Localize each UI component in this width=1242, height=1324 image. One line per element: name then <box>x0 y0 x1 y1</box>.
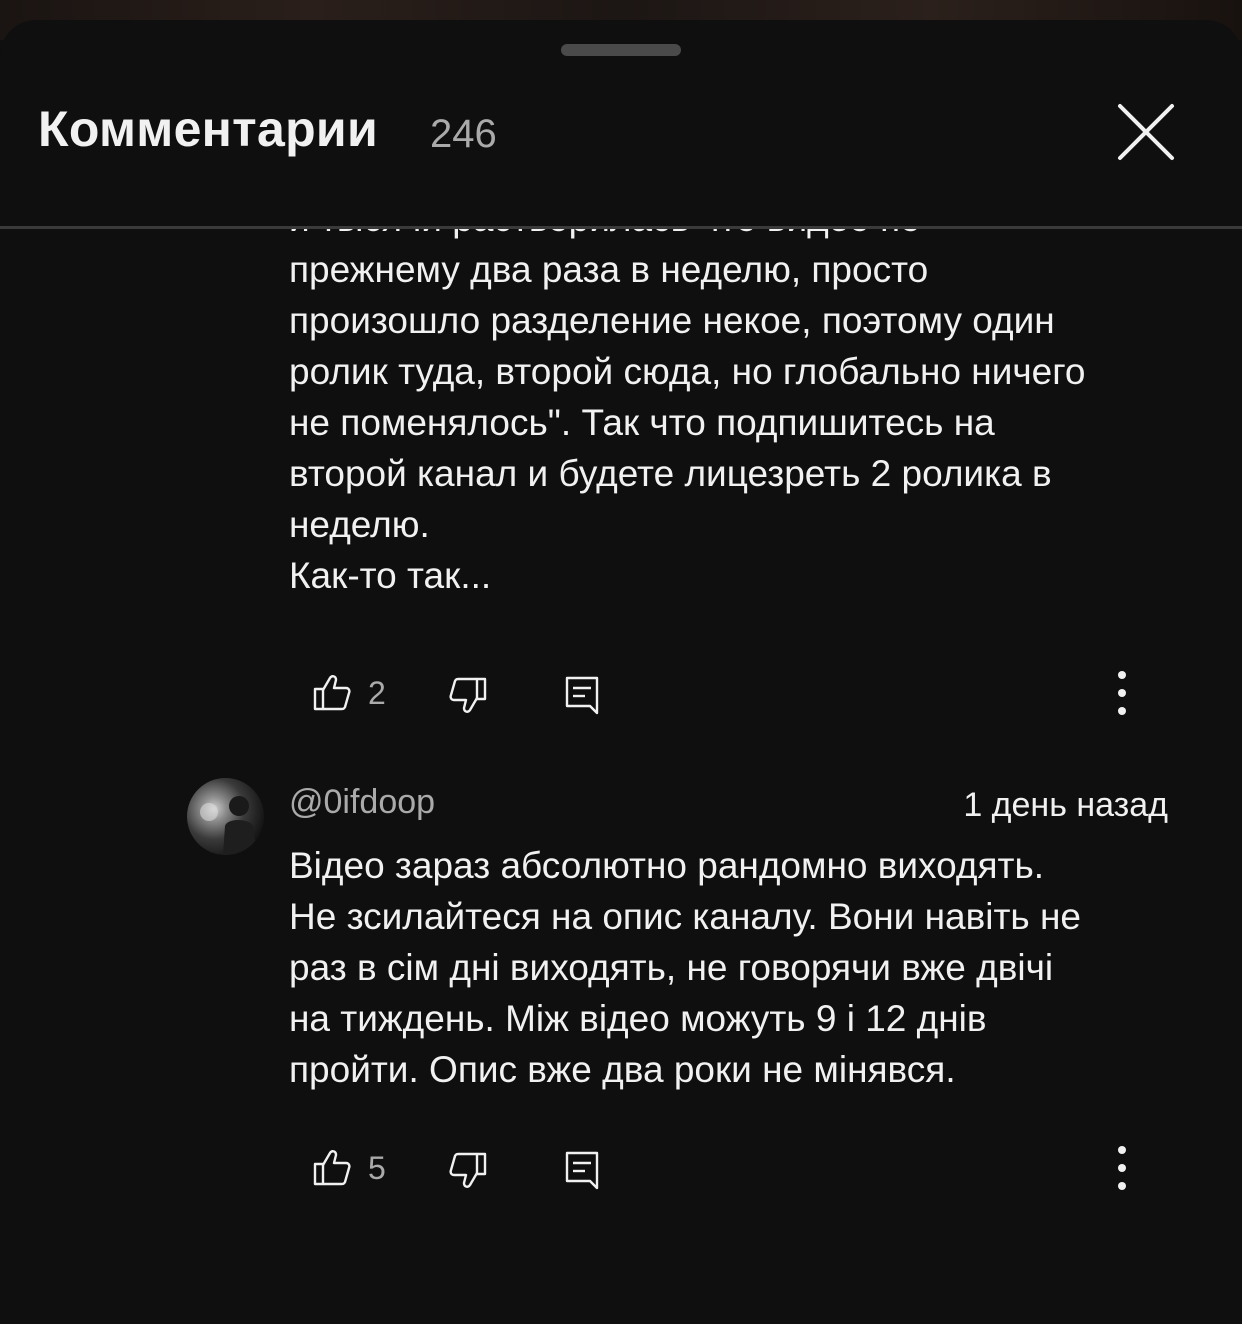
comment-body: и тысячи растворилась что видео по прежн… <box>289 229 1189 601</box>
avatar-image <box>200 796 257 855</box>
comment-line: Відео зараз абсолютно рандомно виходять. <box>289 845 1045 886</box>
comment-line: Не зсилайтеся на опис каналу. Вони навіт… <box>289 896 1081 937</box>
comment-line: неделю. <box>289 504 430 545</box>
like-button[interactable] <box>312 673 352 718</box>
like-count: 2 <box>368 675 386 711</box>
close-button[interactable] <box>1114 100 1178 164</box>
reply-button[interactable] <box>564 675 600 720</box>
more-vert-icon <box>1118 1146 1126 1190</box>
thumbs-down-icon <box>449 1152 487 1188</box>
dislike-button[interactable] <box>448 675 488 720</box>
comments-list[interactable]: и тысячи растворилась что видео по прежн… <box>0 229 1242 1304</box>
close-icon <box>1118 104 1174 160</box>
comments-count: 246 <box>430 112 497 156</box>
thumbs-up-icon <box>313 675 351 711</box>
comment-body: Відео зараз абсолютно рандомно виходять.… <box>289 840 1189 1095</box>
comment-line: не поменялось". Так что подпишитесь на <box>289 402 995 443</box>
comment-actions: 5 <box>0 1138 1242 1198</box>
comment-line: второй канал и будете лицезреть 2 ролика… <box>289 453 1052 494</box>
more-vert-icon <box>1118 671 1126 715</box>
reply-icon <box>565 676 599 715</box>
comment-author[interactable]: @0ifdoop <box>289 783 435 822</box>
comment-line: пройти. Опис вже два роки не мінявся. <box>289 1049 956 1090</box>
comment-timestamp: 1 день назад <box>963 786 1168 824</box>
comment-line: ролик туда, второй сюда, но глобально ни… <box>289 351 1086 392</box>
more-options-button[interactable] <box>1110 1144 1134 1197</box>
reply-icon <box>565 1151 599 1190</box>
like-button[interactable] <box>312 1148 352 1193</box>
comment-line: прежнему два раза в неделю, просто <box>289 249 929 290</box>
more-options-button[interactable] <box>1110 669 1134 722</box>
avatar[interactable] <box>187 778 264 855</box>
comment-line: раз в сім дні виходять, не говорячи вже … <box>289 947 1054 988</box>
comment-line: и тысячи растворилась что видео по <box>289 229 1189 244</box>
thumbs-up-icon <box>313 1150 351 1186</box>
comment-line: на тиждень. Між відео можуть 9 і 12 днів <box>289 998 987 1039</box>
comment-actions: 2 <box>0 663 1242 723</box>
comments-title: Комментарии <box>38 101 378 157</box>
drag-handle[interactable] <box>561 44 681 56</box>
like-count: 5 <box>368 1150 386 1186</box>
thumbs-down-icon <box>449 677 487 713</box>
reply-button[interactable] <box>564 1150 600 1195</box>
comment-line: произошло разделение некое, поэтому один <box>289 300 1055 341</box>
comment-line: Как-то так... <box>289 555 492 596</box>
dislike-button[interactable] <box>448 1150 488 1195</box>
